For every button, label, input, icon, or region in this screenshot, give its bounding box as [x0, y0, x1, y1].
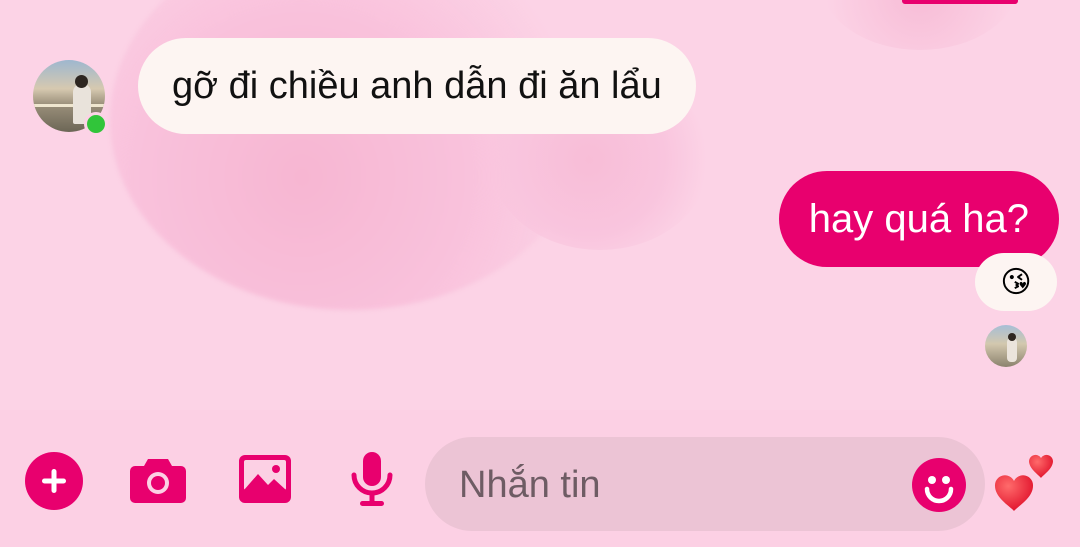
outgoing-message-text: hay quá ha? — [808, 196, 1029, 241]
message-input[interactable] — [457, 437, 901, 533]
top-accent-bar — [902, 0, 1018, 4]
incoming-message-text: gỡ đi chiều anh dẫn đi ăn lẩu — [172, 64, 662, 107]
hearts-icon — [994, 454, 1053, 511]
voice-message-button[interactable] — [346, 450, 398, 508]
gallery-button[interactable] — [236, 453, 294, 505]
quick-reaction-button[interactable] — [992, 448, 1060, 514]
plus-icon — [42, 469, 66, 493]
seen-receipt-avatar — [985, 325, 1027, 367]
background-heart-shape — [820, 0, 1020, 50]
camera-icon — [130, 459, 186, 503]
online-status-indicator — [84, 112, 108, 136]
emoji-button[interactable] — [912, 458, 966, 512]
message-input-container — [425, 437, 985, 533]
incoming-message-bubble[interactable]: gỡ đi chiều anh dẫn đi ăn lẩu — [138, 38, 696, 134]
camera-button[interactable] — [128, 452, 188, 508]
mic-icon — [351, 452, 393, 506]
message-reaction[interactable]: 😘 — [975, 253, 1057, 311]
emoji-icon — [924, 476, 954, 504]
image-icon — [239, 455, 291, 503]
add-button[interactable] — [25, 452, 83, 510]
kiss-emoji-icon: 😘 — [1000, 265, 1032, 299]
